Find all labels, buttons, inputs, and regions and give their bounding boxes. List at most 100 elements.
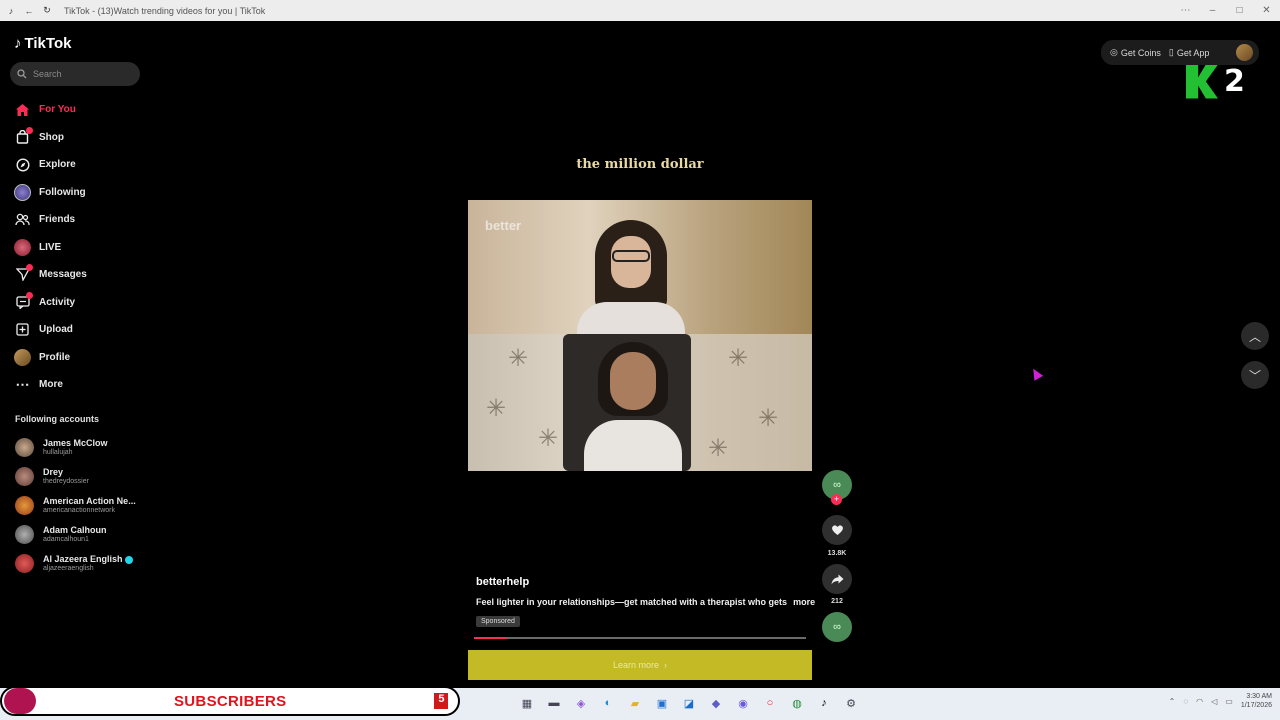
chrome-icon[interactable]: ◍ [788,694,806,712]
brand-watermark: better [485,218,522,233]
back-icon[interactable]: ← [22,4,36,18]
k2-number: 2 [1224,64,1245,99]
nav-shop[interactable]: Shop [14,124,87,152]
network-icon[interactable]: ◌ [1183,697,1188,706]
main-nav: For You Shop Explore Following Friends L… [14,96,87,399]
video-frame: better ✳ ✳ ✳ ✳ ✳ ✳ [468,200,812,471]
learn-more-button[interactable]: Learn more › [468,650,812,680]
heart-icon [831,525,843,535]
tiktok-note-icon: ♪ [14,35,22,52]
battery-icon[interactable]: ▭ [1225,697,1233,706]
avatar [15,438,34,457]
video-player[interactable]: the million dollar better ✳ ✳ ✳ ✳ ✳ ✳ be… [468,30,815,642]
terminal-icon[interactable]: ▬ [545,694,563,712]
search-placeholder: Search [33,69,62,79]
following-accounts-heading: Following accounts [15,414,100,424]
nav-live[interactable]: LIVE [14,234,87,262]
maximize-icon[interactable]: □ [1226,5,1253,16]
tiktok-logo[interactable]: ♪ TikTok [14,35,71,52]
video-author[interactable]: betterhelp [476,576,529,588]
account-item[interactable]: American Action Ne... americanactionnetwo… [15,491,136,520]
nav-profile[interactable]: Profile [14,344,87,372]
video-progress-bar[interactable] [474,637,806,639]
nav-more[interactable]: ⋯ More [14,371,87,399]
opera-icon[interactable]: ○ [761,694,779,712]
profile-avatar-icon [14,348,31,366]
copilot-icon[interactable]: ◈ [572,694,590,712]
shop-badge [26,126,33,134]
account-item[interactable]: James McClow hullalujah [15,433,136,462]
mouse-cursor-icon [1028,366,1044,381]
more-link[interactable]: more [793,597,815,607]
minimize-icon[interactable]: – [1199,5,1226,16]
previous-video-button[interactable]: ︿ [1241,322,1269,350]
teams-icon[interactable]: ◆ [707,694,725,712]
share-icon [831,574,843,584]
share-count: 212 [831,598,843,605]
settings-icon[interactable]: ⚙ [842,694,860,712]
account-item[interactable]: Al Jazeera English aljazeeraenglish [15,549,136,578]
compass-icon [14,156,31,173]
share-button[interactable] [822,564,852,594]
person-top [577,220,685,342]
avatar [15,467,34,486]
tiktok-app-icon[interactable]: ♪ [815,694,833,712]
ellipsis-icon: ⋯ [15,376,30,393]
wifi-icon[interactable]: ◠ [1196,697,1203,706]
nav-following[interactable]: Following [14,179,87,207]
outlook-icon[interactable]: ◪ [680,694,698,712]
widgets-icon[interactable]: ▦ [518,694,536,712]
store-icon[interactable]: ▣ [653,694,671,712]
get-coins-button[interactable]: ◎ Get Coins [1110,47,1161,58]
tray-chevron-icon[interactable]: ⌃ [1169,697,1176,706]
messages-badge [26,264,33,272]
chevron-down-icon: ﹀ [1248,368,1261,383]
avatar [15,496,34,515]
music-disc-icon[interactable]: ∞ [822,612,852,642]
nav-activity[interactable]: Activity [14,289,87,317]
chevron-right-icon: › [664,660,668,670]
search-input[interactable]: Search [10,62,140,86]
browser-titlebar: ♪ ← ↻ TikTok - (13)Watch trending videos… [0,0,1280,21]
send-icon [14,264,33,283]
activity-badge [26,291,33,299]
taskbar-clock[interactable]: 3:30 AM 1/17/2026 [1241,692,1272,710]
coin-icon: ◎ [1110,47,1118,57]
avatar-icon [14,183,31,201]
user-avatar[interactable] [1236,44,1253,61]
file-explorer-icon[interactable]: ▰ [626,694,644,712]
nav-for-you[interactable]: For You [14,96,87,124]
refresh-icon[interactable]: ↻ [40,4,54,18]
follow-plus-icon[interactable]: + [831,494,842,505]
discord-icon[interactable]: ◉ [734,694,752,712]
account-item[interactable]: Drey thedreydossier [15,462,136,491]
plus-square-icon [14,321,31,338]
account-item[interactable]: Adam Calhoun adamcalhoun1 [15,520,136,549]
sponsored-badge: Sponsored [476,616,520,627]
sidebar: ♪ TikTok Search For You Shop Explore Fol… [0,21,150,686]
next-video-button[interactable]: ﹀ [1241,361,1269,389]
volume-icon[interactable]: ◁ [1211,697,1217,706]
subscribers-overlay: SUBSCRIBERS 5 [0,686,460,716]
friends-icon [14,211,31,228]
following-accounts-list: James McClow hullalujah Drey thedreydossie… [15,433,136,578]
logo-text: TikTok [24,35,72,52]
close-icon[interactable]: ✕ [1253,5,1280,16]
nav-messages[interactable]: Messages [14,261,87,289]
person-bottom [584,342,682,471]
verified-badge-icon [124,555,133,564]
activity-icon [14,291,33,311]
edge-icon[interactable]: ◐ [599,694,617,712]
nav-friends[interactable]: Friends [14,206,87,234]
avatar [15,525,34,544]
window-title: TikTok - (13)Watch trending videos for y… [64,5,266,16]
nav-explore[interactable]: Explore [14,151,87,179]
home-icon [14,101,31,118]
header-actions: ◎ Get Coins ▯ Get App [1101,40,1259,65]
like-button[interactable] [822,515,852,545]
nav-upload[interactable]: Upload [14,316,87,344]
window-menu-icon[interactable]: ⋯ [1172,5,1199,16]
subscribers-label: SUBSCRIBERS [174,692,287,710]
live-icon [14,238,31,256]
get-app-button[interactable]: ▯ Get App [1169,47,1209,58]
